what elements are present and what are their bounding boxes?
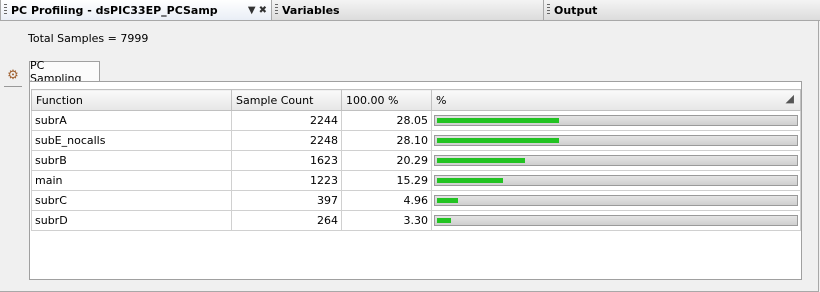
sample-count-cell: 2244 (231, 110, 342, 131)
table-row[interactable]: subrC 397 4.96 (31, 190, 801, 211)
pc-sampling-panel: Function Sample Count 100.00 % % ◢ subrA 2… (29, 81, 802, 280)
pc-profiling-content: Total Samples = 7999 ⚙ PC Sampling Funct… (0, 21, 819, 292)
percent-bar-track (434, 195, 798, 206)
sample-count-cell: 397 (231, 190, 342, 211)
sample-count-cell: 2248 (231, 130, 342, 151)
tab-output-label: Output (554, 3, 598, 17)
table-row[interactable]: subrB 1623 20.29 (31, 150, 801, 171)
tab-variables-label: Variables (282, 3, 340, 17)
table-row[interactable]: subrA 2244 28.05 (31, 110, 801, 131)
table-header-row: Function Sample Count 100.00 % % ◢ (31, 89, 801, 111)
profiler-tool-icon[interactable]: ⚙ (4, 68, 22, 87)
function-cell: subrB (31, 150, 232, 171)
percent-bar-cell (431, 210, 801, 231)
table-row[interactable]: main 1223 15.29 (31, 170, 801, 191)
table-row[interactable]: subE_nocalls 2248 28.10 (31, 130, 801, 151)
percent-cell: 28.05 (341, 110, 432, 131)
drag-grip-icon[interactable] (4, 4, 7, 16)
percent-bar-cell (431, 130, 801, 151)
sampling-table: Function Sample Count 100.00 % % ◢ subrA 2… (31, 89, 801, 231)
percent-bar-fill (437, 218, 451, 223)
total-samples-label: Total Samples = 7999 (28, 32, 149, 45)
percent-bar-track (434, 175, 798, 186)
percent-bar-fill (437, 178, 503, 183)
tab-output[interactable]: Output (544, 0, 820, 20)
percent-bar-cell (431, 150, 801, 171)
drag-grip-icon[interactable] (275, 4, 278, 16)
sample-count-cell: 264 (231, 210, 342, 231)
percent-cell: 20.29 (341, 150, 432, 171)
percent-cell: 4.96 (341, 190, 432, 211)
percent-bar-track (434, 115, 798, 126)
percent-cell: 15.29 (341, 170, 432, 191)
column-header-sample-count[interactable]: Sample Count (231, 89, 342, 111)
percent-bar-fill (437, 138, 559, 143)
percent-bar-cell (431, 110, 801, 131)
tab-pc-profiling[interactable]: PC Profiling - dsPIC33EP_PCSamp ▼ ✖ (0, 0, 272, 20)
function-cell: subrA (31, 110, 232, 131)
sample-count-cell: 1623 (231, 150, 342, 171)
column-header-function[interactable]: Function (31, 89, 232, 111)
sample-count-cell: 1223 (231, 170, 342, 191)
percent-bar-track (434, 135, 798, 146)
column-header-percent-total[interactable]: 100.00 % (341, 89, 432, 111)
tab-pc-sampling[interactable]: PC Sampling (29, 59, 100, 85)
function-cell: main (31, 170, 232, 191)
percent-bar-track (434, 155, 798, 166)
close-icon[interactable]: ✖ (259, 5, 267, 16)
percent-cell: 3.30 (341, 210, 432, 231)
percent-bar-fill (437, 118, 559, 123)
percent-bar-fill (437, 198, 458, 203)
tab-variables[interactable]: Variables (272, 0, 544, 20)
function-cell: subE_nocalls (31, 130, 232, 151)
percent-bar-track (434, 215, 798, 226)
drag-grip-icon[interactable] (547, 4, 550, 16)
window-tab-strip: PC Profiling - dsPIC33EP_PCSamp ▼ ✖ Vari… (0, 0, 820, 21)
function-cell: subrC (31, 190, 232, 211)
percent-bar-cell (431, 170, 801, 191)
tab-pc-profiling-label: PC Profiling - dsPIC33EP_PCSamp (11, 3, 218, 17)
window-menu-icon[interactable]: ▼ (248, 5, 256, 16)
table-row[interactable]: subrD 264 3.30 (31, 210, 801, 231)
percent-bar-cell (431, 190, 801, 211)
function-cell: subrD (31, 210, 232, 231)
percent-cell: 28.10 (341, 130, 432, 151)
percent-bar-fill (437, 158, 525, 163)
column-header-percent-bar[interactable]: % ◢ (431, 89, 801, 111)
sort-icon[interactable]: ◢ (786, 92, 794, 105)
